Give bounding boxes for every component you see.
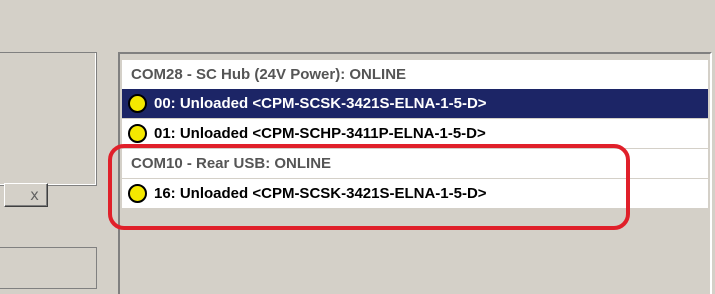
port-group-label: COM28 - SC Hub (24V Power): ONLINE (131, 66, 407, 83)
node-label: 01: Unloaded <CPM-SCHP-3411P-ELNA-1-5-D> (154, 125, 486, 142)
port-group-header[interactable]: COM10 - Rear USB: ONLINE (122, 149, 708, 178)
x-button[interactable]: x (4, 183, 48, 207)
device-list[interactable]: COM28 - SC Hub (24V Power): ONLINE 00: U… (118, 52, 712, 294)
left-lower-panel (0, 247, 97, 289)
yellow-status-led-icon (128, 184, 147, 203)
node-row[interactable]: 16: Unloaded <CPM-SCSK-3421S-ELNA-1-5-D> (122, 179, 708, 208)
node-label: 16: Unloaded <CPM-SCSK-3421S-ELNA-1-5-D> (154, 185, 487, 202)
yellow-status-led-icon (128, 124, 147, 143)
yellow-status-led-icon (128, 94, 147, 113)
port-group-label: COM10 - Rear USB: ONLINE (131, 155, 332, 172)
node-label: 00: Unloaded <CPM-SCSK-3421S-ELNA-1-5-D> (154, 95, 487, 112)
port-group-header[interactable]: COM28 - SC Hub (24V Power): ONLINE (122, 60, 708, 89)
node-row[interactable]: 00: Unloaded <CPM-SCSK-3421S-ELNA-1-5-D> (122, 89, 708, 118)
left-panel (0, 52, 97, 186)
node-row[interactable]: 01: Unloaded <CPM-SCHP-3411P-ELNA-1-5-D> (122, 119, 708, 148)
